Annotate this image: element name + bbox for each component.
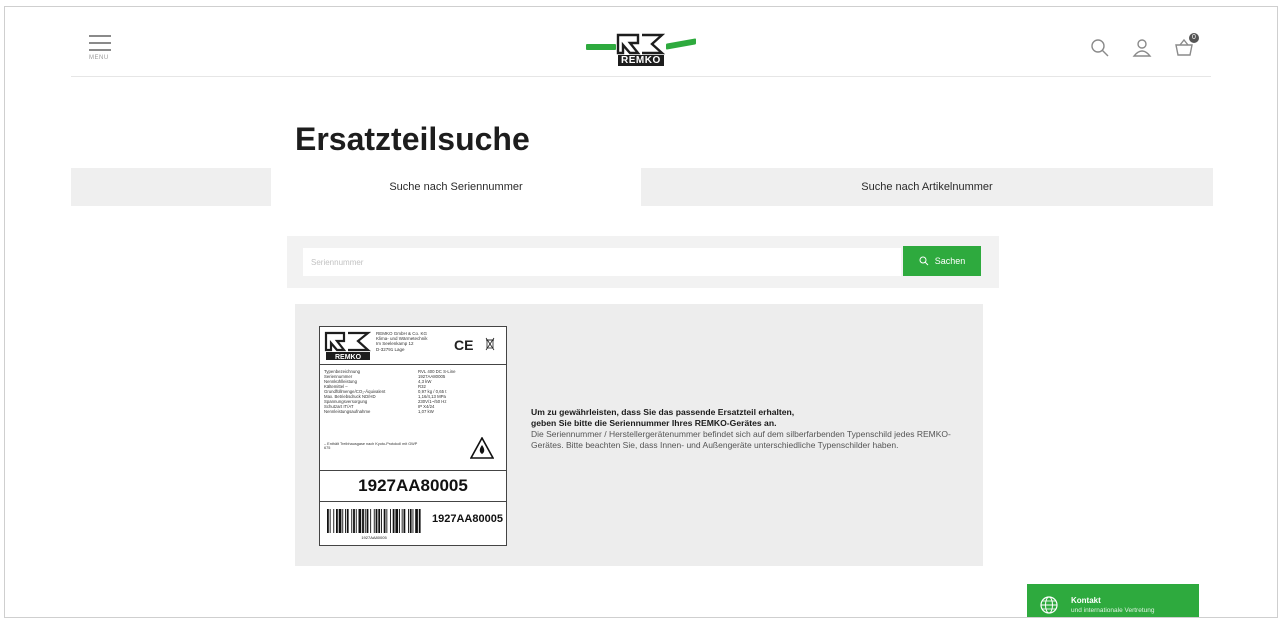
serial-instructions: Um zu gewährleisten, dass Sie das passen… (531, 407, 971, 451)
tab-article-number[interactable]: Suche nach Artikelnummer (641, 168, 1213, 206)
contact-text: Kontakt und internationale Vertretung (1071, 596, 1154, 614)
contact-title: Kontakt (1071, 596, 1101, 605)
plate-serial-small: 1927AA80005 (432, 513, 503, 525)
contact-button[interactable]: Kontakt und internationale Vertretung (1027, 584, 1199, 617)
barcode-number: 1927AA80005 (361, 535, 387, 540)
type-plate-image: REMKO REMKO GmbH & Co. KG Klima- und Wär… (319, 326, 507, 546)
serial-number-input[interactable] (303, 248, 901, 276)
contact-subtitle: und internationale Vertretung (1071, 607, 1155, 614)
plate-address-line: D-32791 Lage (376, 346, 405, 352)
ce-mark: CE (454, 337, 474, 353)
logo-stripe-left (586, 44, 616, 50)
instruction-body: Die Seriennummer / Herstellergerätenumme… (531, 429, 951, 450)
plate-specs: Typenbezeichnung RVL 400 DC S-Line Serien… (324, 369, 504, 414)
instruction-headline-2: geben Sie bitte die Seriennummer Ihres R… (531, 418, 777, 428)
menu-icon (89, 35, 111, 37)
browser-frame: MENU REMKO 0 Ersatzteilsuche Suche nach … (4, 6, 1278, 618)
menu-icon-bar (89, 49, 111, 51)
logo-stripe-right (666, 38, 696, 50)
plate-serial-large: 1927AA80005 (320, 470, 506, 502)
weee-bin-icon (485, 337, 495, 351)
instruction-headline-1: Um zu gewährleisten, dass Sie das passen… (531, 407, 795, 417)
tab-bar-spacer (71, 168, 271, 206)
menu-icon-bar (89, 42, 111, 44)
cart-count-badge: 0 (1189, 33, 1199, 43)
plate-logo-icon: REMKO (324, 331, 372, 361)
serial-info-panel: REMKO REMKO GmbH & Co. KG Klima- und Wär… (295, 304, 983, 566)
search-icon (919, 256, 929, 266)
search-button[interactable]: Sachen (903, 246, 981, 276)
site-header: MENU REMKO 0 (71, 7, 1211, 77)
spec-value: 1,07 kW (418, 409, 434, 414)
globe-icon (1040, 596, 1058, 614)
spec-key: Nennleistungsaufnahme (324, 409, 371, 414)
tab-serial-number[interactable]: Suche nach Seriennummer (271, 168, 641, 206)
menu-button[interactable]: MENU (89, 35, 117, 61)
plate-header: REMKO REMKO GmbH & Co. KG Klima- und Wär… (320, 327, 506, 365)
cart-icon[interactable]: 0 (1173, 33, 1199, 59)
logo-mark-icon (616, 33, 666, 55)
menu-label: MENU (89, 55, 109, 61)
search-icon[interactable] (1089, 37, 1111, 59)
logo-wordmark: REMKO (618, 55, 664, 66)
search-form: Sachen (287, 236, 999, 288)
page-title: Ersatzteilsuche (295, 121, 530, 157)
remko-logo[interactable]: REMKO (586, 33, 696, 69)
spec-row: Nennleistungsaufnahme 1,07 kW (324, 409, 504, 414)
user-icon[interactable] (1131, 37, 1153, 59)
flammable-warning-icon (470, 437, 494, 459)
svg-text:REMKO: REMKO (335, 354, 362, 361)
plate-company-address: REMKO GmbH & Co. KG Klima- und Wärmetech… (376, 331, 446, 352)
header-actions: 0 (1089, 33, 1199, 59)
search-button-label: Sachen (934, 256, 966, 266)
plate-gwp-note: – Enthält Treibhausgase nach Kyoto-Proto… (324, 442, 418, 451)
barcode-icon (327, 509, 421, 533)
